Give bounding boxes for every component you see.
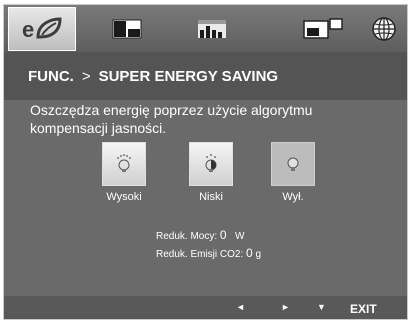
power-reduction-unit: W xyxy=(234,231,245,242)
page-title: SUPER ENERGY SAVING xyxy=(98,67,279,85)
bulb-high-icon xyxy=(117,154,131,172)
globe-icon xyxy=(372,17,396,41)
co2-reduction-value: 0 xyxy=(246,246,253,260)
tab-globe[interactable] xyxy=(360,7,407,51)
tab-eco[interactable]: e xyxy=(8,7,76,51)
down-arrow-button[interactable]: ▼ xyxy=(317,302,326,312)
picture-icon xyxy=(112,19,142,39)
osd-menu: e FUNC. > SUPER ENERGY SAVING Oszczędza … xyxy=(3,4,408,320)
co2-reduction-unit: g xyxy=(255,249,262,260)
footer-bar: ◄ ► ▼ EXIT xyxy=(4,296,407,319)
tab-picture[interactable] xyxy=(93,7,161,51)
bulb-low-icon xyxy=(205,154,217,172)
pip-icon xyxy=(303,18,343,39)
savings-stats: Reduk. Mocy: 0 W Reduk. Emisji CO2: 0 g xyxy=(156,227,261,263)
co2-reduction-label: Reduk. Emisji CO2: xyxy=(156,249,244,260)
description-text: Oszczędza energię poprzez użycie algoryt… xyxy=(30,102,313,136)
breadcrumb: FUNC. > SUPER ENERGY SAVING xyxy=(4,52,407,100)
exit-button[interactable]: EXIT xyxy=(350,302,377,316)
eco-icon: e xyxy=(22,17,62,42)
power-reduction-label: Reduk. Mocy: xyxy=(156,231,218,242)
bulb-off-icon xyxy=(287,157,299,171)
right-arrow-button[interactable]: ► xyxy=(281,302,290,312)
option-high[interactable] xyxy=(102,142,146,186)
option-off[interactable] xyxy=(271,142,315,186)
color-icon xyxy=(198,20,226,38)
breadcrumb-separator: > xyxy=(81,67,91,85)
tab-pip[interactable] xyxy=(289,7,357,51)
option-off-label: Wył. xyxy=(282,191,304,203)
power-reduction-value: 0 xyxy=(219,228,227,242)
tab-bar: e xyxy=(4,5,407,52)
content-panel: Oszczędza energię poprzez użycie algoryt… xyxy=(4,100,407,296)
option-low-label: Niski xyxy=(199,191,223,203)
left-arrow-button[interactable]: ◄ xyxy=(236,302,245,312)
tab-color[interactable] xyxy=(178,7,246,51)
option-high-label: Wysoki xyxy=(106,191,142,203)
option-low[interactable] xyxy=(189,142,233,186)
breadcrumb-section: FUNC. xyxy=(28,67,74,85)
svg-text:e: e xyxy=(22,17,34,42)
